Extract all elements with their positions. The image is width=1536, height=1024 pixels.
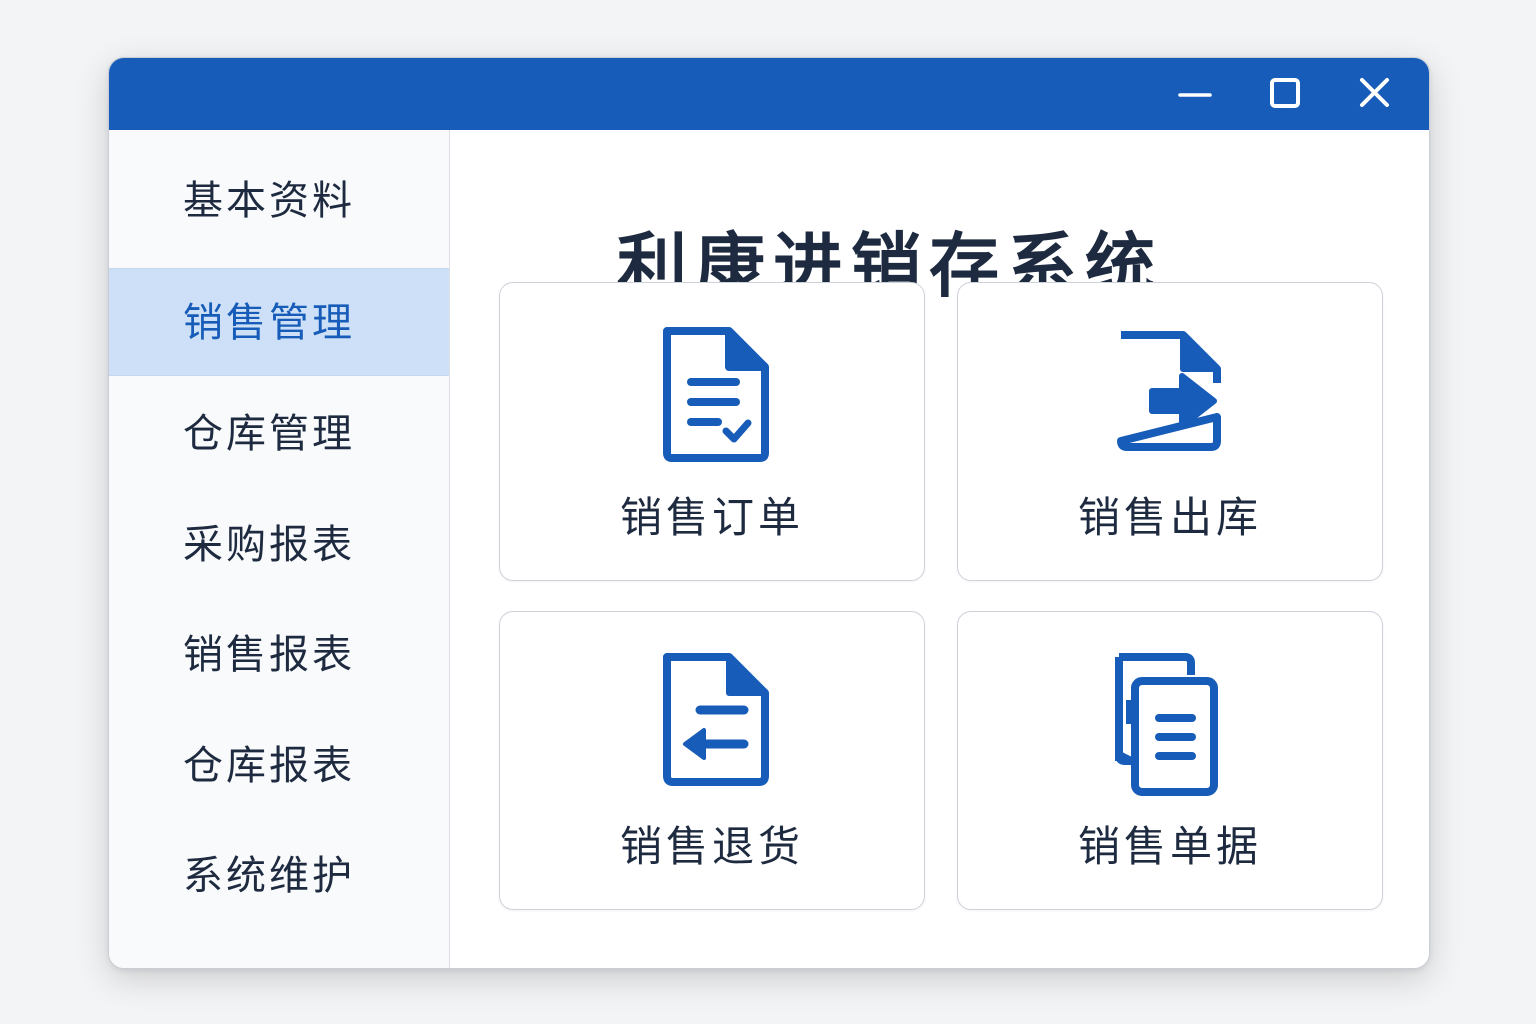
sidebar-item-label: 仓库管理 — [183, 411, 355, 457]
maximize-button[interactable] — [1259, 68, 1311, 120]
sidebar-item-system-maintenance[interactable]: 系统维护 — [109, 822, 449, 930]
sales-return-card[interactable]: 销售退货 — [499, 611, 925, 910]
sidebar-item-basic-data[interactable]: 基本资料 — [109, 147, 449, 255]
close-button[interactable] — [1349, 68, 1401, 120]
sidebar-item-sales-reports[interactable]: 销售报表 — [109, 601, 449, 709]
sales-outbound-card[interactable]: 销售出库 — [957, 282, 1383, 581]
sales-order-card[interactable]: 销售订单 — [499, 282, 925, 581]
sidebar-item-warehouse-reports[interactable]: 仓库报表 — [109, 712, 449, 820]
sales-order-label: 销售订单 — [619, 493, 804, 542]
sidebar-item-label: 销售报表 — [183, 632, 355, 678]
documents-copy-icon — [1096, 650, 1246, 800]
document-return-icon — [638, 650, 788, 800]
sidebar-item-label: 仓库报表 — [183, 743, 355, 789]
sidebar-item-label: 基本资料 — [183, 178, 355, 224]
sidebar-item-sales-management[interactable]: 销售管理 — [109, 268, 449, 376]
sidebar-item-warehouse-management[interactable]: 仓库管理 — [109, 380, 449, 488]
sales-documents-card[interactable]: 销售单据 — [957, 611, 1383, 910]
sales-outbound-label: 销售出库 — [1077, 493, 1262, 542]
sidebar-item-purchase-reports[interactable]: 采购报表 — [109, 491, 449, 599]
main-content: 利康进销存系统 销售订单 销售出库 销售退货 销售单据 — [450, 130, 1429, 968]
minimize-icon — [1178, 93, 1212, 97]
minimize-button[interactable] — [1169, 68, 1221, 120]
sidebar-item-label: 销售管理 — [183, 300, 355, 346]
close-icon — [1360, 78, 1389, 107]
sales-return-label: 销售退货 — [619, 822, 804, 871]
document-export-icon — [1096, 321, 1246, 471]
maximize-icon — [1270, 78, 1300, 108]
sidebar-nav: 基本资料 销售管理 仓库管理 采购报表 销售报表 仓库报表 系统维护 — [109, 130, 450, 968]
sidebar-item-label: 采购报表 — [183, 522, 355, 568]
sales-documents-label: 销售单据 — [1077, 822, 1262, 871]
app-window: 基本资料 销售管理 仓库管理 采购报表 销售报表 仓库报表 系统维护 利康进销存… — [108, 57, 1430, 969]
document-check-icon — [638, 321, 788, 471]
sidebar-item-label: 系统维护 — [183, 853, 355, 899]
title-bar — [109, 58, 1429, 130]
